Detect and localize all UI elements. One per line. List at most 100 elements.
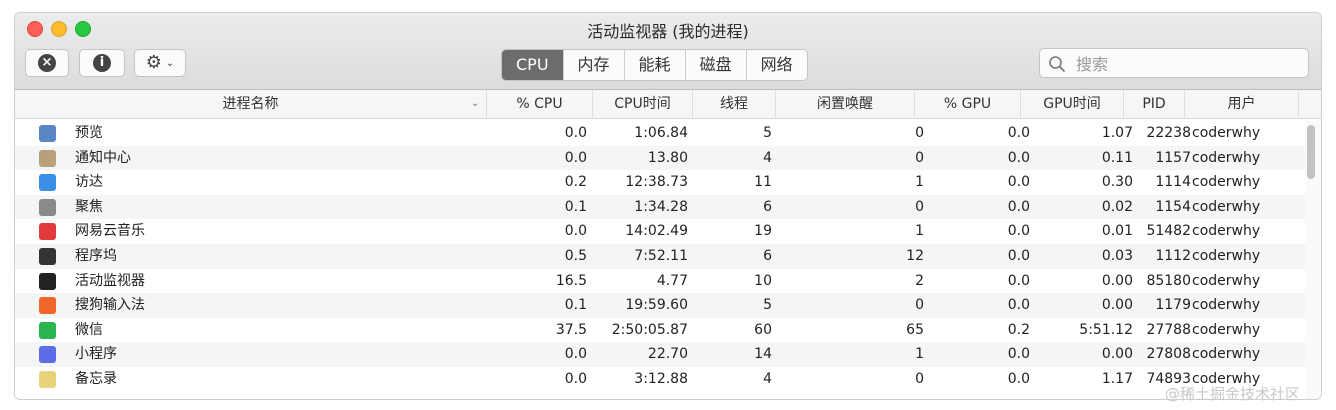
close-circle-icon: ×: [38, 54, 56, 72]
table-row[interactable]: 搜狗输入法 0.1 19:59.60 5 0 0.0 0.00 1179 coderwhy: [15, 293, 1305, 318]
activity-monitor-icon: [39, 272, 56, 290]
scrollbar-thumb[interactable]: [1307, 125, 1315, 179]
chevron-down-icon: ⌄: [165, 57, 175, 69]
table-row[interactable]: 通知中心 0.0 13.80 4 0 0.0 0.11 1157 coderwhy: [15, 145, 1305, 171]
thread-count-cell: 11: [754, 174, 772, 191]
user-cell: coderwhy: [1192, 346, 1261, 363]
gpu-time-cell: 0.00: [1101, 346, 1133, 363]
actions-menu-button[interactable]: ⚙ ⌄: [134, 49, 186, 77]
dock-icon: [39, 247, 56, 265]
tab-4[interactable]: 网络: [745, 50, 807, 80]
gear-icon: ⚙: [145, 52, 162, 73]
cpu-time-cell: 12:38.73: [625, 174, 688, 191]
tab-3[interactable]: 磁盘: [684, 50, 746, 80]
activity-monitor-window: 活动监视器 (我的进程) × i ⚙ ⌄ CPU内存能耗磁盘网络 进程名称 ⌄ …: [14, 12, 1322, 400]
search-field[interactable]: [1039, 48, 1309, 78]
column-header-gpu-time[interactable]: GPU时间: [1021, 90, 1124, 118]
gpu-percent-cell: 0.0: [1007, 247, 1030, 264]
table-row[interactable]: 网易云音乐 0.0 14:02.49 19 1 0.0 0.01 51482 coderwhy: [15, 219, 1305, 244]
process-name-cell: 预览: [75, 125, 103, 141]
thread-count-cell: 19: [754, 223, 772, 240]
cpu-time-cell: 19:59.60: [625, 297, 688, 314]
table-row[interactable]: 小程序 0.0 22.70 14 1 0.0 0.00 27808 coderwhy: [15, 342, 1305, 367]
search-icon: [1049, 56, 1065, 72]
process-name-cell: 访达: [75, 174, 103, 191]
window-title: 活动监视器 (我的进程): [587, 22, 749, 41]
user-cell: coderwhy: [1192, 297, 1261, 314]
column-header-gpu[interactable]: % GPU: [915, 90, 1021, 118]
gpu-time-cell: 1.07: [1101, 125, 1133, 141]
process-name-cell: 程序坞: [75, 247, 117, 264]
column-header-pid[interactable]: PID: [1124, 90, 1185, 118]
vertical-scrollbar[interactable]: [1305, 121, 1321, 399]
gpu-percent-cell: 0.0: [1007, 149, 1030, 166]
table-row[interactable]: 微信 37.5 2:50:05.87 60 65 0.2 5:51.12 27788 coder…: [15, 318, 1305, 343]
column-header-idle-wakeups[interactable]: 闲置唤醒: [776, 90, 915, 118]
table-row[interactable]: 预览 0.0 1:06.84 5 0 0.0 1.07 22238 coderwhy: [15, 121, 1305, 146]
thread-count-cell: 4: [763, 149, 772, 166]
user-cell: coderwhy: [1192, 174, 1261, 191]
idle-wakeups-cell: 2: [915, 272, 924, 289]
idle-wakeups-cell: 0: [915, 125, 924, 141]
gpu-time-cell: 0.11: [1101, 149, 1133, 166]
process-name-cell: 活动监视器: [75, 272, 145, 289]
gpu-percent-cell: 0.0: [1007, 272, 1030, 289]
gpu-percent-cell: 0.2: [1007, 321, 1030, 338]
cpu-time-cell: 4.77: [656, 272, 688, 289]
cpu-percent-cell: 0.2: [564, 174, 587, 191]
idle-wakeups-cell: 0: [915, 198, 924, 215]
wechat-icon: [39, 321, 56, 339]
toolbar: 活动监视器 (我的进程) × i ⚙ ⌄ CPU 内存 能耗 磁盘 网络: [15, 13, 1321, 90]
thread-count-cell: 6: [763, 198, 772, 215]
tab-2[interactable]: 能耗: [623, 50, 685, 80]
table-row[interactable]: 程序坞 0.5 7:52.11 6 12 0.0 0.03 1112 coderwhy: [15, 243, 1305, 269]
cpu-percent-cell: 0.0: [564, 125, 587, 141]
cpu-time-cell: 2:50:05.87: [611, 321, 688, 338]
idle-wakeups-cell: 1: [915, 346, 924, 363]
column-header-cpu-time[interactable]: CPU时间: [593, 90, 693, 118]
column-header-name[interactable]: 进程名称: [15, 90, 487, 118]
thread-count-cell: 10: [754, 272, 772, 289]
process-name-cell: 聚焦: [75, 198, 103, 215]
search-input[interactable]: [1074, 52, 1298, 76]
inspect-process-button[interactable]: i: [79, 49, 125, 77]
cpu-time-cell: 13.80: [647, 149, 688, 166]
cpu-percent-cell: 0.0: [564, 149, 587, 166]
preview-icon: [39, 125, 56, 142]
process-name-cell: 备忘录: [75, 370, 117, 387]
stop-process-button[interactable]: ×: [25, 49, 69, 77]
table-row[interactable]: 访达 0.2 12:38.73 11 1 0.0 0.30 1114 coderwhy: [15, 170, 1305, 195]
thread-count-cell: 6: [763, 247, 772, 264]
column-header-cpu[interactable]: % CPU: [487, 90, 593, 118]
column-header-user[interactable]: 用户: [1185, 90, 1299, 118]
finder-icon: [39, 174, 56, 192]
user-cell: coderwhy: [1192, 247, 1261, 264]
user-cell: coderwhy: [1192, 321, 1261, 338]
cpu-percent-cell: 16.5: [555, 272, 587, 289]
notification-center-icon: [39, 149, 56, 167]
pid-cell: 51482: [1146, 223, 1191, 240]
view-tabs: CPU 内存 能耗 磁盘 网络: [501, 49, 808, 81]
process-name-cell: 小程序: [75, 346, 117, 363]
gpu-percent-cell: 0.0: [1007, 223, 1030, 240]
idle-wakeups-cell: 0: [915, 297, 924, 314]
tab-1[interactable]: 内存: [562, 50, 624, 80]
table-row[interactable]: 备忘录 0.0 3:12.88 4 0 0.0 1.17 74893 coderwhy: [15, 367, 1305, 392]
gpu-percent-cell: 0.0: [1007, 370, 1030, 387]
notes-icon: [39, 370, 56, 388]
gpu-percent-cell: 0.0: [1007, 297, 1030, 314]
gpu-time-cell: 0.02: [1101, 198, 1133, 215]
cpu-percent-cell: 37.5: [555, 321, 587, 338]
thread-count-cell: 5: [763, 297, 772, 314]
thread-count-cell: 14: [754, 346, 772, 363]
cpu-time-cell: 1:06.84: [634, 125, 688, 141]
idle-wakeups-cell: 1: [915, 223, 924, 240]
gpu-time-cell: 1.17: [1101, 370, 1133, 387]
cpu-percent-cell: 0.0: [564, 346, 587, 363]
table-row[interactable]: 活动监视器 16.5 4.77 10 2 0.0 0.00 85180 coderwhy: [15, 269, 1305, 294]
gpu-percent-cell: 0.0: [1007, 174, 1030, 191]
column-header-threads[interactable]: 线程: [693, 90, 776, 118]
table-row[interactable]: 聚焦 0.1 1:34.28 6 0 0.0 0.02 1154 coderwhy: [15, 194, 1305, 220]
process-name-cell: 搜狗输入法: [75, 297, 145, 314]
tab-0[interactable]: CPU: [502, 50, 563, 80]
